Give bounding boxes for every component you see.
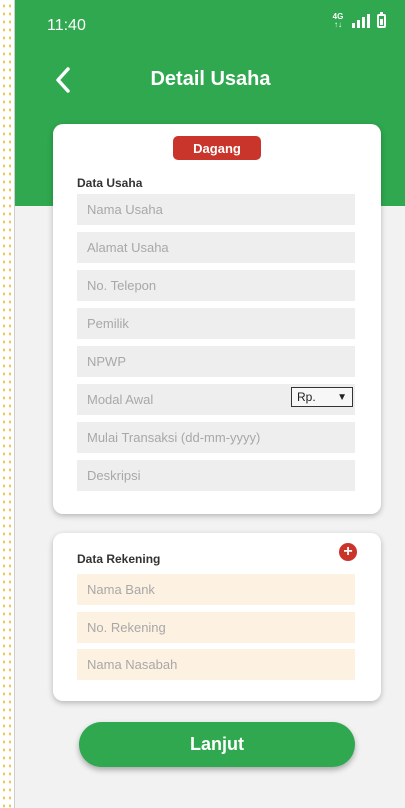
status-icons: 4G ↑↓ [331,12,386,29]
bank-name-input[interactable]: Nama Bank [77,574,355,605]
business-type-badge: Dagang [173,136,261,160]
app-content: 11:40 4G ↑↓ Detail Usaha Dagang Data Usa… [14,0,405,808]
section-title-data-rekening: Data Rekening [77,552,161,566]
business-name-input[interactable]: Nama Usaha [77,194,355,225]
network-icon: 4G ↑↓ [331,13,345,29]
account-holder-input[interactable]: Nama Nasabah [77,649,355,680]
dotted-margin [0,0,13,808]
business-address-input[interactable]: Alamat Usaha [77,232,355,263]
business-data-card: Dagang Data Usaha Nama Usaha Alamat Usah… [53,124,381,514]
battery-icon [377,12,386,28]
bank-account-card: Data Rekening + Nama Bank No. Rekening N… [53,533,381,701]
data-arrows-icon: ↑↓ [334,20,342,29]
next-button[interactable]: Lanjut [79,722,355,767]
currency-select[interactable]: Rp. ▼ [291,387,353,407]
account-number-input[interactable]: No. Rekening [77,612,355,643]
add-account-button[interactable]: + [339,543,357,561]
status-time: 11:40 [47,17,86,34]
initial-capital-field[interactable]: Modal Awal Rp. ▼ [77,384,355,415]
owner-input[interactable]: Pemilik [77,308,355,339]
phone-input[interactable]: No. Telepon [77,270,355,301]
start-date-input[interactable]: Mulai Transaksi (dd-mm-yyyy) [77,422,355,453]
screen: 11:40 4G ↑↓ Detail Usaha Dagang Data Usa… [0,0,405,808]
initial-capital-placeholder: Modal Awal [87,392,154,407]
page-title: Detail Usaha [150,68,271,90]
currency-value: Rp. [297,390,316,404]
plus-icon: + [343,543,353,560]
signal-icon [352,14,370,28]
caret-down-icon: ▼ [337,391,347,403]
description-input[interactable]: Deskripsi [77,460,355,491]
section-title-data-usaha: Data Usaha [77,176,143,190]
npwp-input[interactable]: NPWP [77,346,355,377]
